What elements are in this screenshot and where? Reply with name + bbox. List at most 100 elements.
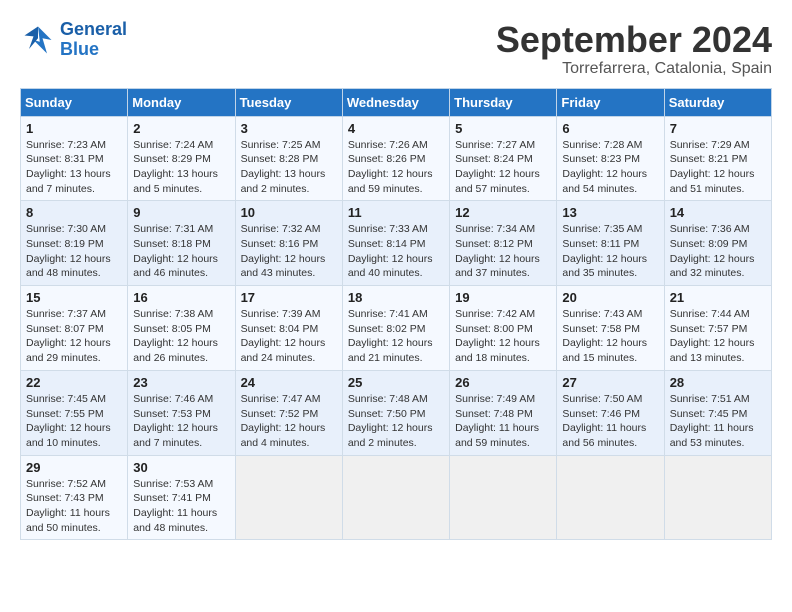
calendar-cell: 20 Sunrise: 7:43 AM Sunset: 7:58 PM Dayli… xyxy=(557,286,664,371)
day-detail: Sunrise: 7:28 AM Sunset: 8:23 PM Dayligh… xyxy=(562,138,658,197)
calendar-cell: 5 Sunrise: 7:27 AM Sunset: 8:24 PM Daylig… xyxy=(450,116,557,201)
calendar-cell: 3Sunrise: 7:25 AM Sunset: 8:28 PM Daylig… xyxy=(235,116,342,201)
calendar-week-4: 22Sunrise: 7:45 AM Sunset: 7:55 PM Dayli… xyxy=(21,370,772,455)
title-block: September 2024 Torrefarrera, Catalonia, … xyxy=(496,20,772,78)
calendar-cell: 9Sunrise: 7:31 AM Sunset: 8:18 PM Daylig… xyxy=(128,201,235,286)
col-wednesday: Wednesday xyxy=(342,88,449,116)
day-number: 8 xyxy=(26,205,122,220)
day-number: 16 xyxy=(133,290,229,305)
day-detail: Sunrise: 7:37 AM Sunset: 8:07 PM Dayligh… xyxy=(26,307,122,366)
day-detail: Sunrise: 7:35 AM Sunset: 8:11 PM Dayligh… xyxy=(562,222,658,281)
logo-icon xyxy=(20,22,56,58)
day-number: 4 xyxy=(348,121,444,136)
day-detail: Sunrise: 7:24 AM Sunset: 8:29 PM Dayligh… xyxy=(133,138,229,197)
day-detail: Sunrise: 7:45 AM Sunset: 7:55 PM Dayligh… xyxy=(26,392,122,451)
day-number: 24 xyxy=(241,375,337,390)
day-detail: Sunrise: 7:42 AM Sunset: 8:00 PM Dayligh… xyxy=(455,307,551,366)
day-number: 13 xyxy=(562,205,658,220)
calendar-cell: 15 Sunrise: 7:37 AM Sunset: 8:07 PM Dayli… xyxy=(21,286,128,371)
day-detail: Sunrise: 7:52 AM Sunset: 7:43 PM Dayligh… xyxy=(26,477,122,536)
calendar-cell: 25Sunrise: 7:48 AM Sunset: 7:50 PM Dayli… xyxy=(342,370,449,455)
col-sunday: Sunday xyxy=(21,88,128,116)
col-tuesday: Tuesday xyxy=(235,88,342,116)
calendar-cell: 26 Sunrise: 7:49 AM Sunset: 7:48 PM Dayli… xyxy=(450,370,557,455)
calendar-cell: 27 Sunrise: 7:50 AM Sunset: 7:46 PM Dayli… xyxy=(557,370,664,455)
day-number: 19 xyxy=(455,290,551,305)
month-title: September 2024 xyxy=(496,20,772,60)
calendar-cell: 30 Sunrise: 7:53 AM Sunset: 7:41 PM Dayli… xyxy=(128,455,235,540)
calendar-cell: 19 Sunrise: 7:42 AM Sunset: 8:00 PM Dayli… xyxy=(450,286,557,371)
day-number: 9 xyxy=(133,205,229,220)
col-thursday: Thursday xyxy=(450,88,557,116)
day-number: 5 xyxy=(455,121,551,136)
calendar-cell xyxy=(342,455,449,540)
calendar-cell: 12 Sunrise: 7:34 AM Sunset: 8:12 PM Dayli… xyxy=(450,201,557,286)
col-saturday: Saturday xyxy=(664,88,771,116)
day-detail: Sunrise: 7:29 AM Sunset: 8:21 PM Dayligh… xyxy=(670,138,766,197)
day-number: 12 xyxy=(455,205,551,220)
day-detail: Sunrise: 7:38 AM Sunset: 8:05 PM Dayligh… xyxy=(133,307,229,366)
day-detail: Sunrise: 7:34 AM Sunset: 8:12 PM Dayligh… xyxy=(455,222,551,281)
calendar-cell: 14 Sunrise: 7:36 AM Sunset: 8:09 PM Dayli… xyxy=(664,201,771,286)
day-number: 27 xyxy=(562,375,658,390)
calendar-cell xyxy=(235,455,342,540)
calendar-cell: 17Sunrise: 7:39 AM Sunset: 8:04 PM Dayli… xyxy=(235,286,342,371)
day-number: 26 xyxy=(455,375,551,390)
day-detail: Sunrise: 7:46 AM Sunset: 7:53 PM Dayligh… xyxy=(133,392,229,451)
calendar-cell: 10 Sunrise: 7:32 AM Sunset: 8:16 PM Dayli… xyxy=(235,201,342,286)
calendar-cell: 1Sunrise: 7:23 AM Sunset: 8:31 PM Daylig… xyxy=(21,116,128,201)
col-friday: Friday xyxy=(557,88,664,116)
day-detail: Sunrise: 7:51 AM Sunset: 7:45 PM Dayligh… xyxy=(670,392,766,451)
day-detail: Sunrise: 7:50 AM Sunset: 7:46 PM Dayligh… xyxy=(562,392,658,451)
day-number: 20 xyxy=(562,290,658,305)
header-row: Sunday Monday Tuesday Wednesday Thursday… xyxy=(21,88,772,116)
logo-text: General Blue xyxy=(60,20,127,60)
day-number: 21 xyxy=(670,290,766,305)
calendar-cell: 28Sunrise: 7:51 AM Sunset: 7:45 PM Dayli… xyxy=(664,370,771,455)
calendar-week-1: 1Sunrise: 7:23 AM Sunset: 8:31 PM Daylig… xyxy=(21,116,772,201)
day-number: 11 xyxy=(348,205,444,220)
day-number: 30 xyxy=(133,460,229,475)
day-detail: Sunrise: 7:25 AM Sunset: 8:28 PM Dayligh… xyxy=(241,138,337,197)
calendar-cell: 22Sunrise: 7:45 AM Sunset: 7:55 PM Dayli… xyxy=(21,370,128,455)
calendar-table: Sunday Monday Tuesday Wednesday Thursday… xyxy=(20,88,772,541)
day-detail: Sunrise: 7:27 AM Sunset: 8:24 PM Dayligh… xyxy=(455,138,551,197)
calendar-week-2: 8Sunrise: 7:30 AM Sunset: 8:19 PM Daylig… xyxy=(21,201,772,286)
calendar-week-5: 29 Sunrise: 7:52 AM Sunset: 7:43 PM Dayli… xyxy=(21,455,772,540)
calendar-cell: 6 Sunrise: 7:28 AM Sunset: 8:23 PM Daylig… xyxy=(557,116,664,201)
day-detail: Sunrise: 7:32 AM Sunset: 8:16 PM Dayligh… xyxy=(241,222,337,281)
day-detail: Sunrise: 7:39 AM Sunset: 8:04 PM Dayligh… xyxy=(241,307,337,366)
day-detail: Sunrise: 7:44 AM Sunset: 7:57 PM Dayligh… xyxy=(670,307,766,366)
calendar-cell xyxy=(664,455,771,540)
calendar-cell: 23Sunrise: 7:46 AM Sunset: 7:53 PM Dayli… xyxy=(128,370,235,455)
calendar-cell: 11 Sunrise: 7:33 AM Sunset: 8:14 PM Dayli… xyxy=(342,201,449,286)
day-number: 7 xyxy=(670,121,766,136)
day-detail: Sunrise: 7:48 AM Sunset: 7:50 PM Dayligh… xyxy=(348,392,444,451)
day-number: 29 xyxy=(26,460,122,475)
day-number: 2 xyxy=(133,121,229,136)
day-number: 6 xyxy=(562,121,658,136)
day-detail: Sunrise: 7:53 AM Sunset: 7:41 PM Dayligh… xyxy=(133,477,229,536)
page-header: General Blue September 2024 Torrefarrera… xyxy=(20,20,772,78)
calendar-cell: 21 Sunrise: 7:44 AM Sunset: 7:57 PM Dayli… xyxy=(664,286,771,371)
day-detail: Sunrise: 7:23 AM Sunset: 8:31 PM Dayligh… xyxy=(26,138,122,197)
calendar-cell xyxy=(450,455,557,540)
day-number: 15 xyxy=(26,290,122,305)
logo: General Blue xyxy=(20,20,127,60)
day-detail: Sunrise: 7:41 AM Sunset: 8:02 PM Dayligh… xyxy=(348,307,444,366)
day-detail: Sunrise: 7:36 AM Sunset: 8:09 PM Dayligh… xyxy=(670,222,766,281)
calendar-cell: 29 Sunrise: 7:52 AM Sunset: 7:43 PM Dayli… xyxy=(21,455,128,540)
day-detail: Sunrise: 7:49 AM Sunset: 7:48 PM Dayligh… xyxy=(455,392,551,451)
day-detail: Sunrise: 7:43 AM Sunset: 7:58 PM Dayligh… xyxy=(562,307,658,366)
day-number: 14 xyxy=(670,205,766,220)
day-number: 10 xyxy=(241,205,337,220)
calendar-cell: 2 Sunrise: 7:24 AM Sunset: 8:29 PM Daylig… xyxy=(128,116,235,201)
day-number: 18 xyxy=(348,290,444,305)
calendar-cell: 13 Sunrise: 7:35 AM Sunset: 8:11 PM Dayli… xyxy=(557,201,664,286)
day-detail: Sunrise: 7:47 AM Sunset: 7:52 PM Dayligh… xyxy=(241,392,337,451)
day-detail: Sunrise: 7:33 AM Sunset: 8:14 PM Dayligh… xyxy=(348,222,444,281)
calendar-cell: 4Sunrise: 7:26 AM Sunset: 8:26 PM Daylig… xyxy=(342,116,449,201)
col-monday: Monday xyxy=(128,88,235,116)
calendar-cell: 8Sunrise: 7:30 AM Sunset: 8:19 PM Daylig… xyxy=(21,201,128,286)
calendar-week-3: 15 Sunrise: 7:37 AM Sunset: 8:07 PM Dayli… xyxy=(21,286,772,371)
